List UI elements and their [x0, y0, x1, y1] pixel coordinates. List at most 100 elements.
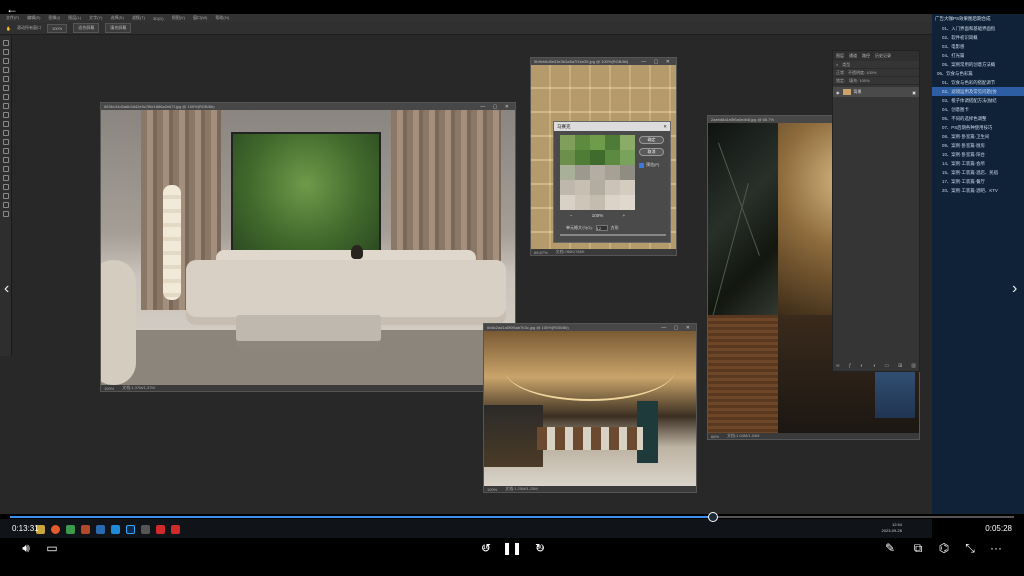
blur-tool-icon[interactable]: [2, 148, 9, 154]
menu-item[interactable]: 窗口(W): [193, 15, 207, 21]
pen-tool-icon[interactable]: [2, 166, 9, 172]
photoshop-icon[interactable]: [126, 524, 135, 534]
panel-tab[interactable]: 路径: [862, 53, 870, 59]
zoom-out-icon[interactable]: −: [570, 213, 573, 218]
progress-knob[interactable]: [707, 512, 718, 522]
outline-item[interactable]: 10、案例·卧室篇·阳台: [932, 150, 1024, 159]
menu-item[interactable]: 编辑(E): [27, 15, 40, 21]
mask-icon[interactable]: ◐: [860, 363, 863, 369]
rewind-10-icon[interactable]: ↺ 10: [476, 540, 496, 556]
move-tool-icon[interactable]: [2, 40, 9, 46]
image-canvas[interactable]: [484, 331, 696, 486]
document-tab[interactable]: 6836c34d0a6b3d42e5c7f6e1886a2e67f.jpg @ …: [101, 103, 515, 110]
heal-tool-icon[interactable]: [2, 94, 9, 100]
outline-item[interactable]: 01、饮食与色彩的搭配调节: [932, 78, 1024, 87]
document-tab[interactable]: 6b8c2ad1a5f0f6ab7b3c.jpg @ 100%(RGB/8#) …: [484, 324, 696, 331]
preview-checkbox[interactable]: 预览(P): [639, 162, 659, 168]
stamp-tool-icon[interactable]: [2, 112, 9, 118]
mosaic-preview[interactable]: [560, 135, 635, 210]
cell-size-slider[interactable]: [560, 234, 666, 236]
menu-item[interactable]: 3D(D): [153, 16, 164, 21]
video-frame[interactable]: 文件(F) 编辑(E) 图像(I) 图层(L) 文字(Y) 选择(S) 滤镜(T) 3D(D)…: [0, 0, 1024, 576]
hand-tool-icon[interactable]: [2, 202, 9, 208]
exit-fullscreen-icon[interactable]: ⤡: [960, 540, 980, 556]
menu-item[interactable]: 选择(S): [110, 15, 123, 21]
fill-screen-button[interactable]: 填充屏幕: [105, 23, 132, 33]
outline-item[interactable]: 02、软件初识简概: [932, 33, 1024, 42]
marquee-tool-icon[interactable]: [2, 49, 9, 55]
wps-icon[interactable]: [156, 524, 165, 534]
cell-size-input[interactable]: 12: [595, 225, 608, 231]
more-icon[interactable]: ···: [986, 540, 1006, 556]
wand-tool-icon[interactable]: [2, 67, 9, 73]
app-icon[interactable]: [111, 524, 120, 534]
pen-icon[interactable]: ✎: [880, 540, 900, 556]
outline-item[interactable]: 20、案例·工装篇·酒吧、KTV: [932, 186, 1024, 195]
outline-item[interactable]: 03、电影感: [932, 42, 1024, 51]
gradient-tool-icon[interactable]: [2, 139, 9, 145]
progress-bar[interactable]: [10, 512, 1014, 522]
menu-item[interactable]: 图像(I): [48, 15, 60, 21]
back-arrow-icon[interactable]: ←: [6, 2, 18, 16]
window-controls-icon[interactable]: — ▢ ✕: [641, 59, 673, 65]
ok-button[interactable]: 确定: [639, 136, 664, 144]
volume-icon[interactable]: 🔊︎: [16, 540, 36, 556]
blend-mode-row[interactable]: 正常 不透明度: 100%: [833, 69, 919, 77]
chrome-icon[interactable]: [51, 524, 60, 534]
window-controls-icon[interactable]: — ▢ ✕: [661, 325, 693, 331]
new-layer-icon[interactable]: ⊞: [898, 363, 902, 369]
picture-in-picture-icon[interactable]: ⧉: [908, 540, 928, 556]
folder-icon[interactable]: ▭: [884, 363, 889, 369]
menu-item[interactable]: 视图(V): [172, 15, 185, 21]
panel-tab[interactable]: 图层: [836, 53, 844, 59]
eyedropper-tool-icon[interactable]: [2, 85, 9, 91]
outline-item[interactable]: 17、案例·工装篇·餐厅: [932, 177, 1024, 186]
outline-item[interactable]: 14、案例·工装篇·会所: [932, 159, 1024, 168]
dodge-tool-icon[interactable]: [2, 157, 9, 163]
adjustment-icon[interactable]: ◑: [872, 363, 875, 369]
menu-item[interactable]: 图层(L): [68, 15, 81, 21]
menu-item[interactable]: 滤镜(T): [132, 15, 145, 21]
app-icon[interactable]: [81, 524, 90, 534]
cast-icon[interactable]: ⌬: [934, 540, 954, 556]
eraser-tool-icon[interactable]: [2, 130, 9, 136]
link-icon[interactable]: ∞: [836, 363, 840, 369]
layer-filter-row[interactable]: ⌕ 类型: [833, 61, 919, 69]
path-select-tool-icon[interactable]: [2, 184, 9, 190]
menu-item[interactable]: 帮助(H): [215, 15, 229, 21]
app-icon[interactable]: [141, 524, 150, 534]
panel-tab[interactable]: 历史记录: [875, 53, 891, 59]
crop-tool-icon[interactable]: [2, 76, 9, 82]
eye-icon[interactable]: ◉: [836, 90, 840, 95]
document-tab[interactable]: 5b9eb6d5e53e3b3a5a7f1be35.jpg @ 100%(RGB…: [531, 58, 676, 65]
trash-icon[interactable]: ▥: [911, 363, 916, 369]
image-canvas[interactable]: [101, 110, 515, 385]
zoom-box[interactable]: 100%: [46, 23, 68, 33]
pause-icon[interactable]: ❚❚: [502, 540, 522, 556]
outline-item[interactable]: 01、入门界面和基础界面指: [932, 24, 1024, 33]
fit-screen-button[interactable]: 适合屏幕: [73, 23, 100, 33]
document-living-room[interactable]: 6836c34d0a6b3d42e5c7f6e1886a2e67f.jpg @ …: [100, 102, 516, 392]
window-controls-icon[interactable]: — ▢ ✕: [480, 104, 512, 110]
text-tool-icon[interactable]: [2, 175, 9, 181]
zoom-in-icon[interactable]: +: [623, 213, 626, 218]
outline-item[interactable]: 06、饮食与色彩篇: [932, 69, 1024, 78]
app-icon[interactable]: [96, 524, 105, 534]
layer-background[interactable]: ◉ 背景 ▣: [833, 87, 919, 97]
document-restaurant[interactable]: 6b8c2ad1a5f0f6ab7b3c.jpg @ 100%(RGB/8#) …: [483, 323, 697, 493]
brush-tool-icon[interactable]: [2, 103, 9, 109]
history-brush-tool-icon[interactable]: [2, 121, 9, 127]
shape-tool-icon[interactable]: [2, 193, 9, 199]
next-arrow-icon[interactable]: ›: [1012, 280, 1017, 298]
fx-icon[interactable]: ƒ: [849, 363, 852, 369]
outline-item[interactable]: 08、案例·卧室篇·卫生间: [932, 132, 1024, 141]
outline-item[interactable]: 04、打光篇: [932, 51, 1024, 60]
close-icon[interactable]: ✕: [663, 124, 667, 130]
wechat-icon[interactable]: [66, 524, 75, 534]
lock-row[interactable]: 锁定: 填充: 100%: [833, 77, 919, 85]
outline-item[interactable]: 09、案例·卧室篇·厨房: [932, 141, 1024, 150]
zoom-tool-icon[interactable]: [2, 211, 9, 217]
outline-item[interactable]: 15、案例·工装篇·酒店、民宿: [932, 168, 1024, 177]
cancel-button[interactable]: 取消: [639, 148, 664, 156]
previous-arrow-icon[interactable]: ‹: [4, 280, 9, 298]
